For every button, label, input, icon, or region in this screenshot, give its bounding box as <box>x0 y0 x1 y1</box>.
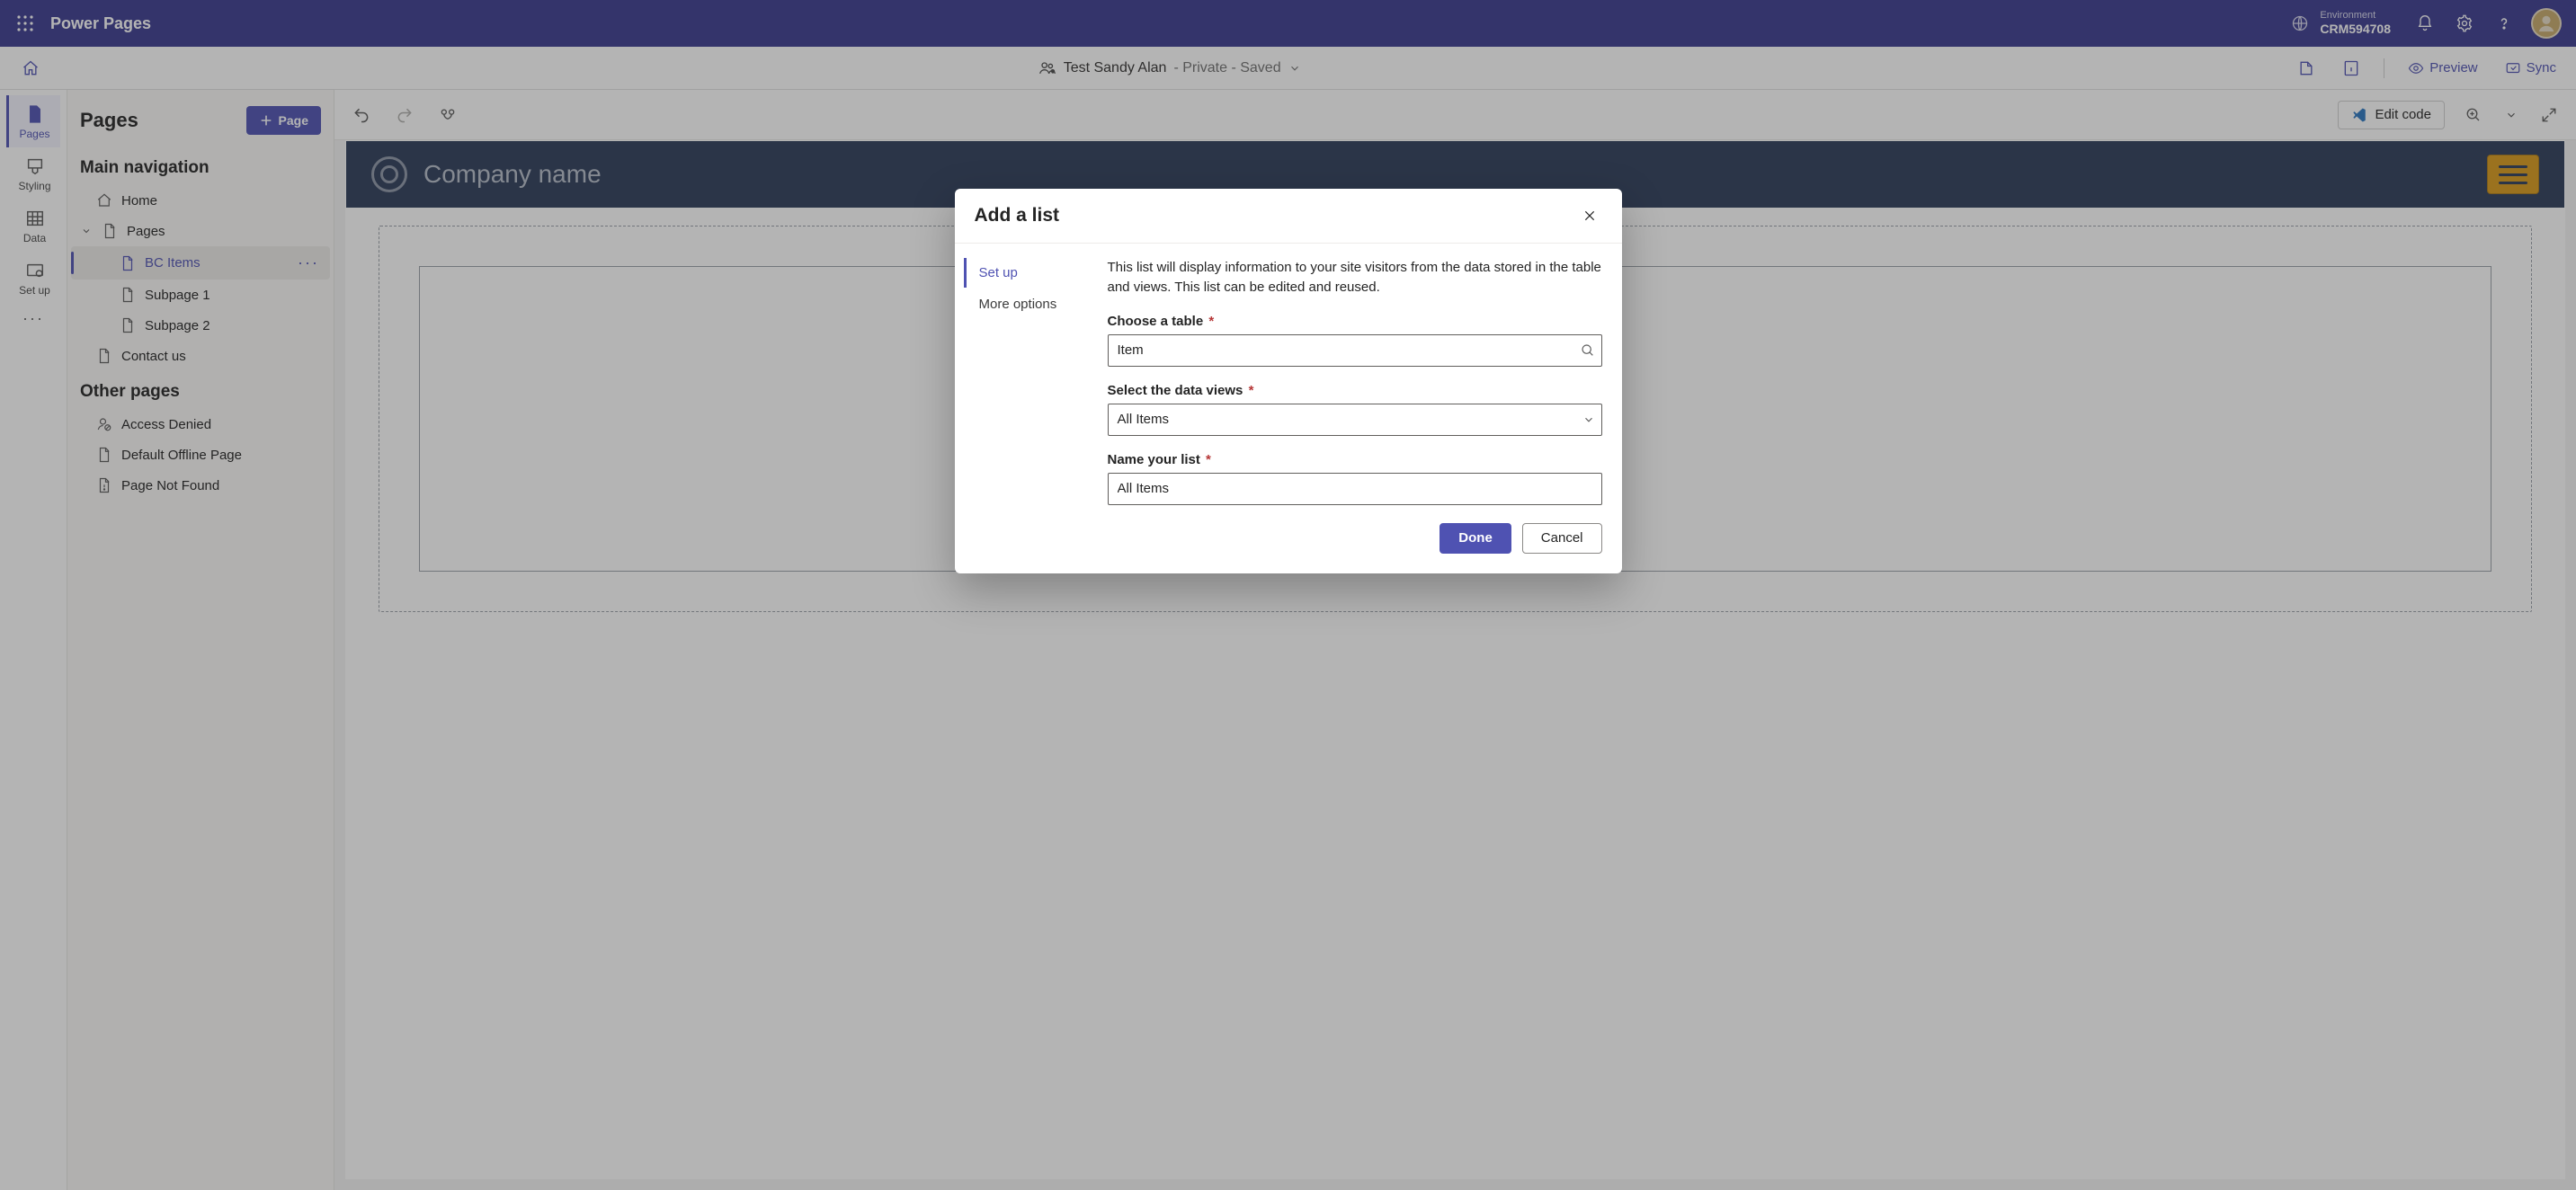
name-your-list-input[interactable] <box>1108 473 1602 505</box>
modal-overlay: Add a list Set up More options This list… <box>0 0 2576 1190</box>
dialog-nav: Set up More options <box>964 258 1102 505</box>
choose-table-input[interactable] <box>1108 334 1602 367</box>
done-button[interactable]: Done <box>1440 523 1511 554</box>
label-choose-table: Choose a table * <box>1108 314 1602 329</box>
dialog-nav-more-options[interactable]: More options <box>964 289 1102 319</box>
dialog-nav-setup[interactable]: Set up <box>964 258 1102 288</box>
dialog-close-button[interactable] <box>1577 203 1602 228</box>
label-name-list: Name your list * <box>1108 452 1602 467</box>
cancel-button[interactable]: Cancel <box>1522 523 1602 554</box>
dialog-description: This list will display information to yo… <box>1108 258 1602 298</box>
dialog-title: Add a list <box>975 205 1060 226</box>
add-list-dialog: Add a list Set up More options This list… <box>955 189 1622 573</box>
close-icon <box>1582 209 1597 223</box>
select-data-views-dropdown[interactable]: All Items <box>1108 404 1602 436</box>
label-select-views: Select the data views * <box>1108 383 1602 398</box>
